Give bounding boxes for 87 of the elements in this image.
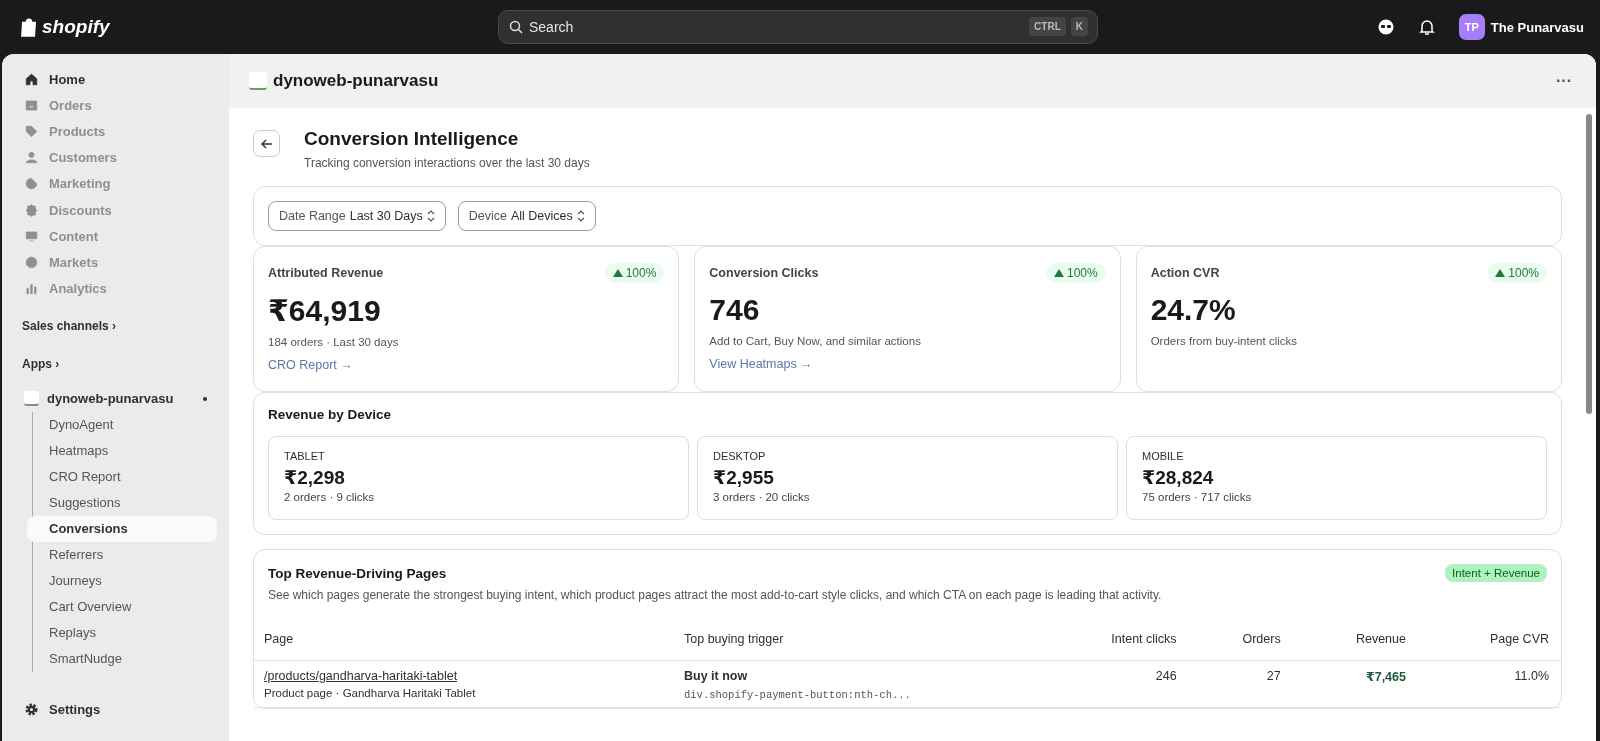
column-header: Top buying trigger <box>674 624 1034 661</box>
up-triangle-icon <box>612 269 623 277</box>
section-title: Top Revenue-Driving Pages <box>268 565 447 581</box>
device-note: 75 orders · 717 clicks <box>1142 491 1253 503</box>
page-subtitle: Tracking conversion interactions over the last 30 days <box>304 156 590 170</box>
nav-item[interactable]: Home <box>14 66 217 93</box>
bars-icon <box>24 281 39 297</box>
revenue-cell: ₹7,465 <box>1366 670 1406 684</box>
device-note: 3 orders · 20 clicks <box>713 491 811 503</box>
sidebar-section-link[interactable]: Apps › <box>22 349 217 378</box>
device-revenue: ₹2,955 <box>713 466 775 489</box>
sub-nav-item[interactable]: Conversions <box>27 515 217 542</box>
table-cell: 11.0% <box>1514 669 1549 683</box>
settings-icon <box>24 702 39 718</box>
device-revenue: ₹28,824 <box>1142 466 1215 489</box>
filter-select[interactable]: Date Range Last 30 Days <box>268 201 446 231</box>
metric-title: Action CVR <box>1150 266 1220 280</box>
back-button[interactable] <box>253 130 280 157</box>
change-badge: 100% <box>1487 263 1547 283</box>
tag-icon <box>24 123 39 139</box>
sort-chevrons-icon <box>426 210 435 222</box>
table-cell: 246 <box>1155 669 1177 683</box>
sort-chevrons-icon <box>576 210 585 222</box>
page-path-link[interactable]: /products/gandharva-haritaki-tablet <box>264 669 458 683</box>
device-revenue: ₹2,298 <box>284 466 346 489</box>
page-info: Product page · Gandharva Haritaki Tablet <box>264 687 477 699</box>
more-actions-button[interactable]: ··· <box>1556 72 1572 90</box>
change-badge: 100% <box>1045 263 1106 283</box>
brand-logo-text: shopify <box>42 16 110 38</box>
column-header: Page CVR <box>1415 624 1561 661</box>
intent-revenue-tag: Intent + Revenue <box>1445 564 1547 582</box>
sub-nav-item[interactable]: Referrers <box>33 541 217 568</box>
column-header: Page <box>254 624 674 661</box>
sub-nav-item[interactable]: Heatmaps <box>33 437 217 464</box>
up-triangle-icon <box>1053 269 1064 277</box>
sub-nav-item[interactable]: Replays <box>33 619 217 646</box>
device-note: 2 orders · 9 clicks <box>284 491 376 503</box>
settings-nav-item[interactable]: Settings <box>14 696 217 723</box>
inbox-icon <box>24 97 39 113</box>
report-link[interactable]: CRO Report → <box>268 358 665 372</box>
sub-nav-item[interactable]: SmartNudge <box>33 645 217 672</box>
app-title: dynoweb-punarvasu <box>273 71 439 91</box>
trigger-name: Buy it now <box>684 669 749 683</box>
keyboard-key: CTRL <box>1029 17 1066 36</box>
device-name: DESKTOP <box>713 450 767 462</box>
sub-nav-item[interactable]: DynoAgent <box>33 411 217 438</box>
column-header: Orders <box>1186 624 1291 661</box>
home-icon <box>24 71 39 87</box>
css-selector: div.shopify-payment-button:nth-ch... <box>684 689 912 701</box>
filter-select[interactable]: Device All Devices <box>457 201 596 231</box>
device-name: TABLET <box>284 450 326 462</box>
change-badge: 100% <box>604 263 665 283</box>
metric-value: 24.7% <box>1150 293 1237 327</box>
metric-value: ₹64,919 <box>268 293 382 328</box>
metric-title: Attributed Revenue <box>268 266 384 280</box>
sub-nav-item[interactable]: CRO Report <box>33 463 217 490</box>
sub-nav-item[interactable]: Cart Overview <box>33 593 217 620</box>
metric-note: Orders from buy-intent clicks <box>1150 335 1298 347</box>
metric-title: Conversion Clicks <box>709 266 819 280</box>
app-nav-item[interactable]: dynoweb-punarvasu <box>47 391 195 407</box>
app-logo-icon <box>249 72 267 90</box>
back-arrow-icon <box>260 138 273 149</box>
report-link[interactable]: View Heatmaps → <box>709 357 1106 371</box>
column-header: Intent clicks <box>1034 624 1187 661</box>
face-icon[interactable] <box>1376 18 1395 36</box>
section-description: See which pages generate the strongest buying intent, which product pages attract the most add-to-cart style clicks, and which CTA on each page is leading that activity. <box>268 588 1163 602</box>
table-cell: 27 <box>1266 669 1281 683</box>
section-title: Revenue by Device <box>268 407 393 422</box>
metric-note: 184 orders · Last 30 days <box>268 336 400 348</box>
user-name[interactable]: The Punarvasu <box>1490 19 1584 35</box>
page-title: Conversion Intelligence <box>304 128 520 150</box>
sub-nav-item[interactable]: Journeys <box>33 567 217 594</box>
metric-value: 746 <box>709 293 761 327</box>
scrollbar-thumb[interactable] <box>1586 114 1592 414</box>
search-icon <box>509 20 523 34</box>
sidebar-section-link[interactable]: Sales channels › <box>22 311 217 340</box>
column-header: Revenue <box>1290 624 1416 661</box>
image-icon <box>24 228 39 244</box>
metric-note: Add to Cart, Buy Now, and similar actions <box>709 335 922 347</box>
badge-icon <box>24 202 39 218</box>
up-triangle-icon <box>1495 269 1506 277</box>
shopping-bag-icon <box>20 17 38 37</box>
person-icon <box>24 150 39 166</box>
app-logo-icon <box>24 391 39 407</box>
device-name: MOBILE <box>1142 450 1185 462</box>
notification-bell-icon[interactable] <box>1418 18 1435 36</box>
sub-nav-item[interactable]: Suggestions <box>33 489 217 516</box>
